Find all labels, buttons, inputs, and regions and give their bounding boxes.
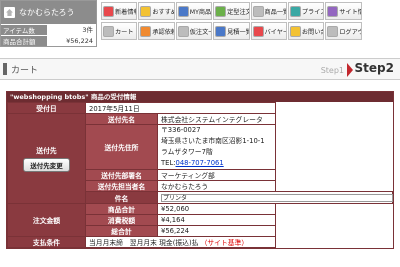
nav-item-product-list[interactable]: 商品一覧 (250, 2, 287, 20)
nav-item-draft-order[interactable]: 仮注文一覧 (175, 22, 213, 40)
nav-item-label: 仮注文一覧 (189, 28, 211, 36)
ship-to-header: 送付先 送付先変更 (7, 113, 86, 204)
row-payment: 支払条件 当月月末締 翌月月末 現金(振込)払 （サイト基準） (7, 236, 393, 248)
total-value: ¥56,224 (157, 225, 276, 237)
subject-cell: プリンタ (157, 191, 393, 204)
home-icon (4, 7, 15, 18)
subtotal-value: ¥52,060 (157, 203, 276, 215)
nav-item-label: 商品一覧 (264, 8, 287, 16)
ship-company-value: 株式会社システムインテグレータ (157, 113, 276, 125)
nav-item-label: ログアウト (339, 28, 360, 36)
order-table: 受付日 2017年5月11日 送付先 送付先変更 送付先名 株式会社システムイン… (7, 102, 393, 248)
nav-item-label: お問い合せ (301, 28, 323, 36)
ship-address-label: 送付先住所 (85, 124, 158, 170)
nav-item-approval[interactable]: 承認依頼 (138, 22, 175, 40)
draft-order-icon (177, 25, 189, 37)
step2-label: Step2 (354, 61, 394, 75)
step-arrow-icon (347, 63, 353, 77)
user-name-row[interactable]: なかむらたろう (1, 1, 96, 24)
ship-dept-label: 送付先部署名 (85, 169, 158, 181)
standard-order-icon (215, 5, 227, 17)
nav-item-label: 新着情報 (115, 8, 138, 16)
buyer-info-icon (252, 25, 264, 37)
step1-label: Step1 (320, 66, 344, 75)
payment-terms: 当月月末締 翌月月末 現金(振込)払 (89, 239, 199, 247)
received-date-value: 2017年5月11日 (85, 102, 276, 114)
ship-to-label: 送付先 (36, 147, 57, 155)
ship-company-label: 送付先名 (85, 113, 158, 125)
item-count-row: アイテム数 3件 (1, 24, 96, 35)
payment-value: 当月月末締 翌月月末 現金(振込)払 （サイト基準） (85, 236, 276, 248)
logout-icon (327, 25, 339, 37)
order-header: "webshopping btobs" 商品の受付情報 (7, 92, 393, 102)
order-details: "webshopping btobs" 商品の受付情報 受付日 2017年5月1… (6, 91, 394, 249)
ship-person-value: なかむらたろう (157, 180, 276, 192)
payment-label: 支払条件 (7, 236, 86, 248)
nav-item-label: カート (115, 28, 134, 36)
cart-title: カート (11, 65, 39, 76)
quote-list-icon (215, 25, 227, 37)
nav-item-logout[interactable]: ログアウト (325, 22, 362, 40)
nav-item-recommend[interactable]: おすすめ (138, 2, 175, 20)
payment-note: （サイト基準） (200, 239, 249, 247)
site-info-icon (327, 5, 339, 17)
address-line: 埼玉県さいたま市南区沼影1-10-1 ラムザタワー7階 (161, 137, 272, 156)
nav-item-label: バイヤー情報 (264, 28, 286, 36)
nav-item-cart[interactable]: カート (101, 22, 138, 40)
nav-item-my-products[interactable]: MY商品 (175, 2, 213, 20)
cart-step-bar: カート Step1 Step2 (0, 58, 400, 80)
total-label: 総合計 (85, 225, 158, 237)
nav-item-label: 定型注文 (227, 8, 250, 16)
subject-input[interactable]: プリンタ (161, 193, 393, 202)
price-list-icon (289, 5, 301, 17)
nav-item-site-info[interactable]: サイト情報 (325, 2, 362, 20)
nav-item-buyer-info[interactable]: バイヤー情報 (250, 22, 287, 40)
item-count-value: 3件 (47, 25, 96, 35)
ship-person-label: 送付先担当者名 (85, 180, 158, 192)
user-panel: なかむらたろう アイテム数 3件 商品合計額 ¥56,224 (0, 0, 97, 47)
section-marker (3, 63, 7, 75)
row-subtotal: 注文金額 商品合計 ¥52,060 (7, 203, 393, 237)
recommend-icon (140, 5, 152, 17)
postal-code: 〒336-0027 (161, 126, 201, 134)
order-amount-label: 注文金額 (7, 203, 86, 237)
news-icon (103, 5, 114, 17)
change-address-button[interactable]: 送付先変更 (23, 158, 70, 172)
subject-label: 件名 (85, 191, 158, 204)
cart-total-row: 商品合計額 ¥56,224 (1, 35, 96, 46)
tax-label: 消費税額 (85, 214, 158, 226)
cart-total-value: ¥56,224 (47, 36, 96, 46)
approval-icon (140, 25, 152, 37)
nav-item-label: サイト情報 (339, 8, 360, 16)
contact-icon (289, 25, 301, 37)
nav-item-quote-list[interactable]: 見積一覧 (213, 22, 250, 40)
tel-line: TEL:048-707-7061 (161, 158, 272, 169)
main-nav: 新着情報 おすすめ MY商品 定型注文 商品一覧 プライスリスト サイト情報カート 承認依頼 仮… (101, 2, 399, 40)
subtotal-label: 商品合計 (85, 203, 158, 215)
cart-icon (103, 25, 114, 37)
tel-label: TEL: (161, 159, 176, 167)
item-count-label: アイテム数 (3, 27, 35, 35)
row-received-date: 受付日 2017年5月11日 (7, 102, 393, 114)
ship-address-value: 〒336-0027 埼玉県さいたま市南区沼影1-10-1 ラムザタワー7階 TE… (157, 124, 276, 170)
nav-item-contact[interactable]: お問い合せ (287, 22, 325, 40)
row-ship-company: 送付先 送付先変更 送付先名 株式会社システムインテグレータ (7, 113, 393, 204)
tel-link[interactable]: 048-707-7061 (176, 159, 224, 167)
product-list-icon (252, 5, 264, 17)
nav-item-label: プライスリスト (301, 8, 323, 16)
nav-item-label: おすすめ (152, 8, 175, 16)
my-products-icon (177, 5, 189, 17)
nav-item-label: 見積一覧 (227, 28, 250, 36)
cart-total-label: 商品合計額 (3, 38, 36, 46)
tax-value: ¥4,164 (157, 214, 276, 226)
received-date-label: 受付日 (7, 102, 86, 114)
nav-item-label: MY商品 (189, 8, 212, 16)
nav-item-price-list[interactable]: プライスリスト (287, 2, 325, 20)
nav-item-standard-order[interactable]: 定型注文 (213, 2, 250, 20)
ship-dept-value: マーケティング部 (157, 169, 276, 181)
user-name: なかむらたろう (19, 8, 75, 17)
nav-item-label: 承認依頼 (152, 28, 175, 36)
nav-item-news[interactable]: 新着情報 (101, 2, 138, 20)
